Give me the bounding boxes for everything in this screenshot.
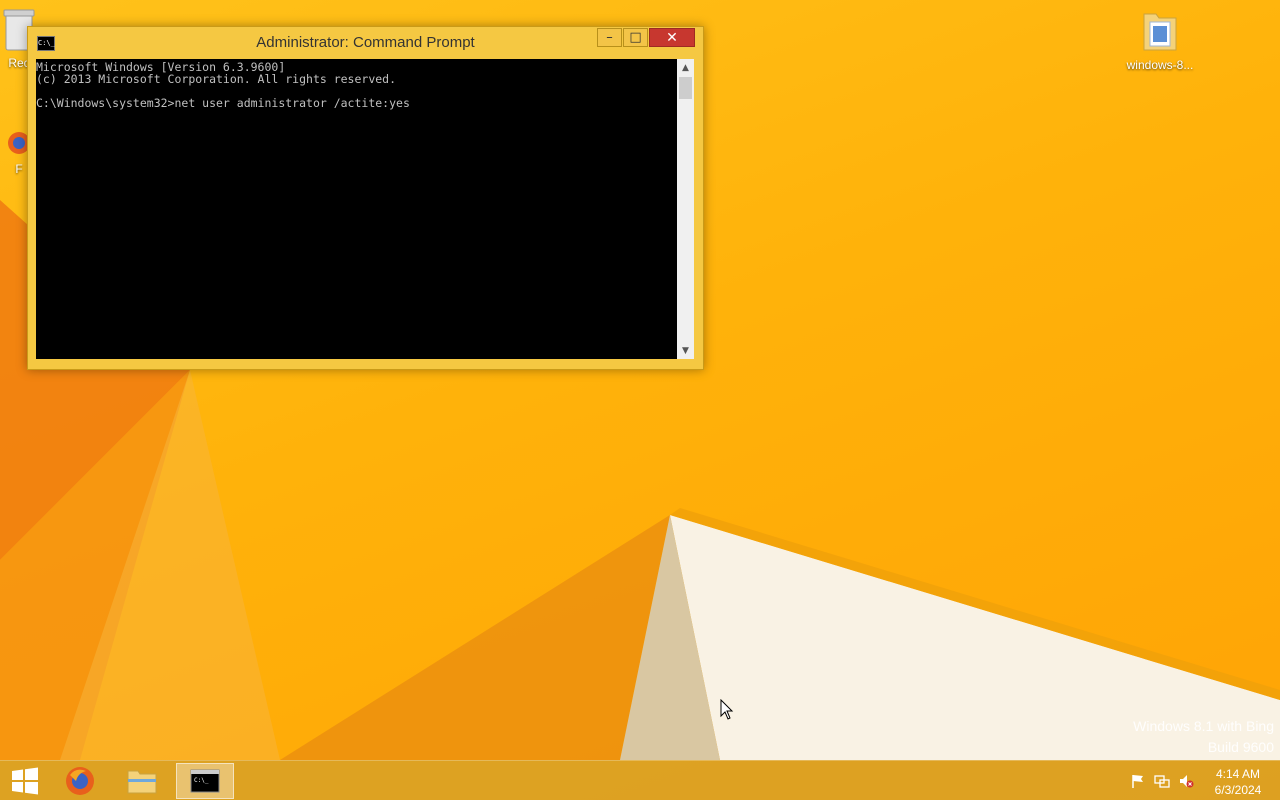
clock-time: 4:14 AM: [1215, 767, 1261, 781]
folder-desktop-icon[interactable]: windows-8...: [1120, 8, 1200, 72]
firefox-desktop-label: F: [15, 162, 23, 176]
svg-text:C:\_: C:\_: [194, 777, 209, 784]
close-button[interactable]: ✕: [649, 28, 695, 47]
mouse-cursor-icon: [720, 699, 734, 720]
folder-icon: [1143, 13, 1177, 51]
scroll-up-arrow-icon[interactable]: ▲: [677, 59, 694, 76]
maximize-button[interactable]: □: [623, 28, 648, 47]
scroll-down-arrow-icon[interactable]: ▼: [677, 342, 694, 359]
system-tray: 4:14 AM 6/3/2024: [1120, 761, 1280, 800]
volume-muted-icon[interactable]: [1178, 773, 1194, 789]
taskbar: C:\_ 4:14 AM 6/3/2024: [0, 760, 1280, 800]
file-explorer-icon: [127, 770, 157, 794]
desktop: Rec F windows-8... C:\_ Administrator: C…: [0, 0, 1280, 800]
command-prompt-window[interactable]: C:\_ Administrator: Command Prompt – □ ✕…: [27, 26, 704, 370]
start-button[interactable]: [0, 763, 50, 799]
console-line: (c) 2013 Microsoft Corporation. All righ…: [36, 72, 397, 86]
flag-icon[interactable]: [1130, 773, 1146, 789]
minimize-button[interactable]: –: [597, 28, 622, 47]
vertical-scrollbar[interactable]: ▲ ▼: [677, 59, 694, 359]
console-command-line[interactable]: C:\Windows\system32>net user administrat…: [36, 97, 677, 109]
title-bar[interactable]: C:\_ Administrator: Command Prompt – □ ✕: [28, 27, 703, 57]
watermark-build: Build 9600: [1207, 739, 1274, 755]
os-watermark: Windows 8.1 with Bing Build 9600: [1133, 716, 1274, 758]
firefox-taskbar-button[interactable]: [51, 763, 109, 799]
clock-date: 6/3/2024: [1214, 783, 1262, 797]
watermark-edition: Windows 8.1 with Bing: [1133, 718, 1274, 734]
folder-desktop-label: windows-8...: [1126, 58, 1194, 72]
file-explorer-taskbar-button[interactable]: [113, 763, 171, 799]
command-prompt-icon: C:\_: [190, 769, 220, 793]
network-icon[interactable]: [1154, 773, 1170, 789]
command-prompt-taskbar-button[interactable]: C:\_: [176, 763, 234, 799]
scrollbar-thumb[interactable]: [679, 77, 692, 99]
console-output[interactable]: Microsoft Windows [Version 6.3.9600] (c)…: [36, 59, 677, 359]
start-icon: [12, 767, 38, 795]
clock[interactable]: 4:14 AM 6/3/2024: [1202, 766, 1274, 798]
firefox-icon: [66, 767, 94, 795]
